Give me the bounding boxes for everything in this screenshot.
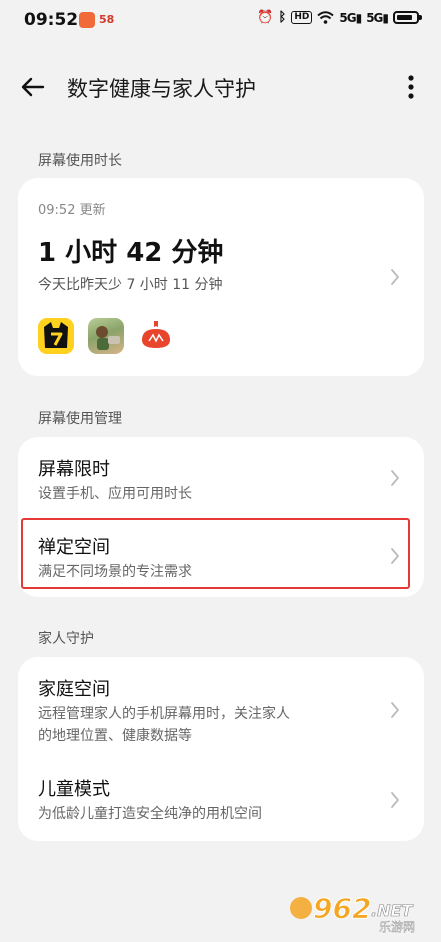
app-header: 数字健康与家人守护 (0, 60, 441, 116)
family-space-title: 家庭空间 (38, 679, 110, 700)
family-card: 家庭空间 远程管理家人的手机屏幕用时，关注家人 的地理位置、健康数据等 儿童模式… (18, 657, 424, 841)
usage-compare: 今天比昨天少 7 小时 11 分钟 (38, 277, 223, 293)
usage-total: 1 小时 42 分钟 (38, 238, 224, 268)
bluetooth-icon: ᛒ (278, 10, 287, 25)
game-app-icon (88, 318, 124, 354)
chevron-right-icon (391, 792, 399, 808)
battery-icon (393, 11, 422, 24)
family-space-subtitle-line1: 远程管理家人的手机屏幕用时，关注家人 (38, 706, 290, 722)
wifi-icon (317, 11, 335, 24)
status-icons: ⏰ ᛒ HD 5G▮ 5G▮ (257, 10, 422, 25)
page-title: 数字健康与家人守护 (67, 77, 256, 101)
watermark-cn: 乐游网 (379, 920, 415, 934)
kids-mode-subtitle: 为低龄儿童打造安全纯净的用机空间 (38, 806, 262, 822)
highlight-box (21, 518, 410, 589)
tomato-app-icon (138, 318, 174, 354)
novel-app-icon (38, 318, 74, 354)
hd-icon: HD (291, 11, 313, 24)
section-label-family: 家人守护 (38, 631, 94, 647)
list-item-family-space[interactable]: 家庭空间 远程管理家人的手机屏幕用时，关注家人 的地理位置、健康数据等 (18, 657, 424, 757)
signal-5g-icon-1: 5G▮ (339, 10, 362, 25)
chevron-right-icon (391, 470, 399, 486)
alarm-icon: ⏰ (257, 10, 274, 25)
status-bar: 09:52 58 ⏰ ᛒ HD 5G▮ 5G▮ (0, 0, 441, 44)
watermark-logo: 962 .NET 乐游网 (290, 892, 415, 934)
list-item-screen-limit[interactable]: 屏幕限时 设置手机、应用可用时长 (18, 437, 424, 517)
chevron-right-icon (391, 702, 399, 718)
chevron-right-icon (391, 269, 399, 285)
back-arrow-icon[interactable] (18, 72, 48, 102)
top-apps (38, 318, 174, 354)
status-time: 09:52 (24, 10, 79, 30)
list-item-kids-mode[interactable]: 儿童模式 为低龄儿童打造安全纯净的用机空间 (18, 757, 424, 841)
screen-time-card[interactable]: 09:52 更新 1 小时 42 分钟 今天比昨天少 7 小时 11 分钟 (18, 178, 424, 376)
more-menu-icon[interactable] (401, 72, 421, 102)
screen-limit-title: 屏幕限时 (38, 459, 110, 480)
watermark-net: .NET (371, 901, 413, 920)
section-label-screen-mgmt: 屏幕使用管理 (38, 411, 122, 427)
notification-app-icon (79, 12, 95, 28)
family-space-subtitle-line2: 的地理位置、健康数据等 (38, 728, 192, 744)
updated-time: 09:52 更新 (38, 203, 106, 218)
section-label-screen-time: 屏幕使用时长 (38, 153, 122, 169)
signal-5g-icon-2: 5G▮ (366, 10, 389, 25)
screen-limit-subtitle: 设置手机、应用可用时长 (38, 486, 192, 502)
watermark-brand: 962 (313, 892, 371, 925)
notification-58-icon: 58 (99, 13, 115, 26)
kids-mode-title: 儿童模式 (38, 779, 110, 800)
